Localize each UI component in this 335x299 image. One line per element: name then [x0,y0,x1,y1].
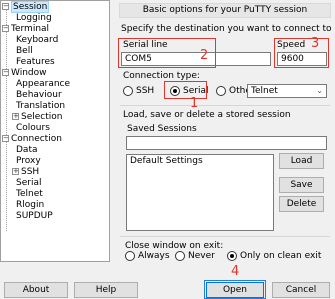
load-button[interactable]: Load [279,153,324,169]
tree-item-behaviour[interactable]: Behaviour [16,90,62,101]
about-button[interactable]: About [4,282,68,298]
tree-item-appearance[interactable]: Appearance [16,79,70,90]
saved-sessions-label: Saved Sessions [127,124,197,134]
annotation-box-speed [274,38,329,68]
tree-item-terminal[interactable]: − Terminal [2,24,49,35]
tree-item-keyboard[interactable]: Keyboard [16,35,58,46]
close-always-radio[interactable]: Always [125,251,170,261]
sessions-list[interactable]: Default Settings [126,154,274,231]
tree-item-supdup[interactable]: SUPDUP [16,211,53,222]
tree-item-data[interactable]: Data [16,145,38,156]
radio-icon [125,251,135,261]
expand-icon[interactable]: + [12,113,19,120]
close-never-radio[interactable]: Never [175,251,215,261]
tree-item-bell[interactable]: Bell [16,46,33,57]
close-window-label: Close window on exit: [125,241,224,251]
tree-item-colours[interactable]: Colours [16,123,50,134]
tree-item-rlogin[interactable]: Rlogin [16,200,44,211]
session-banner: Basic options for your PuTTY session [119,3,331,18]
tree-item-selection[interactable]: + Selection [12,112,62,123]
connection-type-label: Connection type: [123,71,200,81]
close-clean-radio[interactable]: Only on clean exit [227,251,321,261]
destination-label: Specify the destination you want to conn… [121,24,332,34]
radio-icon [175,251,185,261]
tree-item-serial[interactable]: Serial [16,178,41,189]
annotation-number: 4 [231,264,240,279]
tree-item-window[interactable]: − Window [2,68,47,79]
load-save-label: Load, save or delete a stored session [123,110,291,120]
saved-sessions-input[interactable] [126,136,327,150]
tree-item-features[interactable]: Features [16,57,55,68]
conn-ssh-radio[interactable]: SSH [123,86,154,96]
collapse-icon[interactable]: − [2,69,9,76]
collapse-icon[interactable]: − [2,135,9,142]
radio-icon [216,86,226,96]
category-tree[interactable]: − Session Logging − Terminal Keyboard Bell… [0,0,110,262]
tree-item-logging[interactable]: Logging [16,13,52,24]
tree-item-session[interactable]: − Session [2,1,50,13]
tree-item-connection[interactable]: − Connection [2,134,62,145]
annotation-number: 2 [200,48,209,63]
radio-selected-icon [227,251,237,261]
expand-icon[interactable]: + [12,168,19,175]
annotation-number: 1 [190,96,199,111]
open-button-highlight [204,280,266,299]
annotation-box-serial-radio [164,81,207,99]
cancel-button[interactable]: Cancel [272,282,330,298]
save-button[interactable]: Save [279,177,324,193]
tree-item-translation[interactable]: Translation [16,101,65,112]
tree-item-telnet[interactable]: Telnet [16,189,43,200]
chevron-down-icon: ⌄ [316,86,323,95]
tree-guide-line [6,9,7,231]
tree-item-ssh[interactable]: + SSH [12,167,39,178]
collapse-icon[interactable]: − [2,3,9,10]
delete-button[interactable]: Delete [279,196,324,212]
radio-icon [123,86,133,96]
divider [120,105,330,106]
help-button[interactable]: Help [74,282,138,298]
collapse-icon[interactable]: − [2,25,9,32]
protocol-select[interactable]: Telnet ⌄ [247,84,327,98]
divider [120,236,330,237]
annotation-number: 3 [311,36,320,51]
list-item[interactable]: Default Settings [130,156,270,166]
tree-item-proxy[interactable]: Proxy [16,156,41,167]
